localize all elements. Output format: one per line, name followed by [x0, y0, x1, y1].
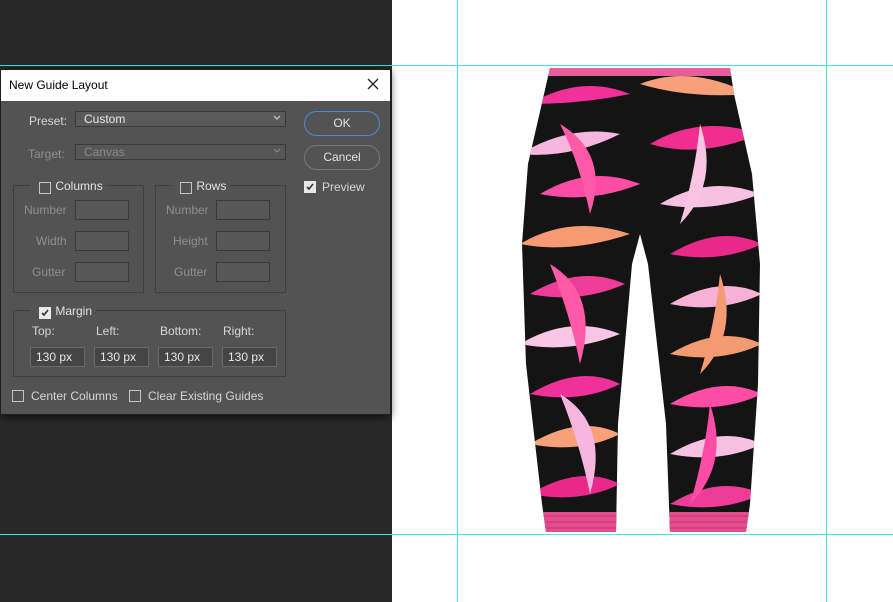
columns-checkbox[interactable]	[39, 181, 51, 194]
rows-label: Rows	[196, 178, 227, 193]
clear-guides-checkbox[interactable]	[129, 390, 141, 402]
product-image-pants	[522, 68, 760, 532]
target-label: Target:	[28, 147, 65, 161]
target-select[interactable]: Canvas	[75, 144, 286, 160]
margin-left-field[interactable]: 130 px	[94, 347, 149, 367]
rows-legend: Rows	[171, 178, 231, 194]
columns-gutter-label: Gutter	[32, 265, 66, 279]
columns-number-field[interactable]	[75, 200, 129, 220]
margin-bottom-label: Bottom:	[160, 324, 202, 338]
margin-checkbox[interactable]	[39, 306, 51, 319]
preview-label: Preview	[322, 180, 365, 194]
checkmark-icon	[306, 183, 314, 191]
dialog-titlebar[interactable]: New Guide Layout	[1, 70, 390, 101]
margin-label: Margin	[55, 303, 93, 318]
margin-legend: Margin	[30, 303, 97, 319]
columns-gutter-field[interactable]	[75, 262, 129, 282]
rows-checkbox[interactable]	[180, 181, 192, 194]
margin-bottom-field[interactable]: 130 px	[158, 347, 213, 367]
rows-height-label: Height	[173, 234, 208, 248]
preset-select[interactable]: Custom	[75, 111, 286, 127]
new-guide-layout-dialog: New Guide Layout Preset: Custom Target: …	[0, 69, 391, 415]
vertical-guide-right[interactable]	[826, 0, 827, 602]
close-icon[interactable]	[364, 75, 382, 93]
chevron-down-icon	[273, 115, 281, 120]
rows-number-field[interactable]	[216, 200, 270, 220]
chevron-down-icon	[273, 148, 281, 153]
rows-gutter-field[interactable]	[216, 262, 270, 282]
clear-guides-label: Clear Existing Guides	[148, 389, 264, 403]
horizontal-guide-top[interactable]	[0, 65, 893, 66]
columns-label: Columns	[55, 178, 103, 193]
rows-number-label: Number	[166, 203, 209, 217]
center-columns-checkbox[interactable]	[12, 390, 24, 402]
columns-legend: Columns	[30, 178, 107, 194]
checkmark-icon	[41, 309, 49, 317]
columns-width-field[interactable]	[75, 231, 129, 251]
vertical-guide-left[interactable]	[457, 0, 458, 602]
cancel-button[interactable]: Cancel	[304, 145, 380, 170]
horizontal-guide-bottom[interactable]	[0, 534, 893, 535]
preset-value: Custom	[84, 112, 126, 126]
margin-right-field[interactable]: 130 px	[222, 347, 277, 367]
rows-gutter-label: Gutter	[174, 265, 208, 279]
margin-top-field[interactable]: 130 px	[30, 347, 85, 367]
columns-number-label: Number	[24, 203, 67, 217]
target-value: Canvas	[84, 145, 125, 159]
margin-left-label: Left:	[96, 324, 120, 338]
rows-height-field[interactable]	[216, 231, 270, 251]
preview-checkbox[interactable]	[304, 181, 316, 193]
columns-width-label: Width	[36, 234, 67, 248]
margin-right-label: Right:	[223, 324, 255, 338]
preset-label: Preset:	[29, 114, 68, 128]
margin-top-label: Top:	[32, 324, 55, 338]
center-columns-label: Center Columns	[31, 389, 118, 403]
ok-button[interactable]: OK	[304, 111, 380, 136]
dialog-title: New Guide Layout	[9, 78, 108, 92]
